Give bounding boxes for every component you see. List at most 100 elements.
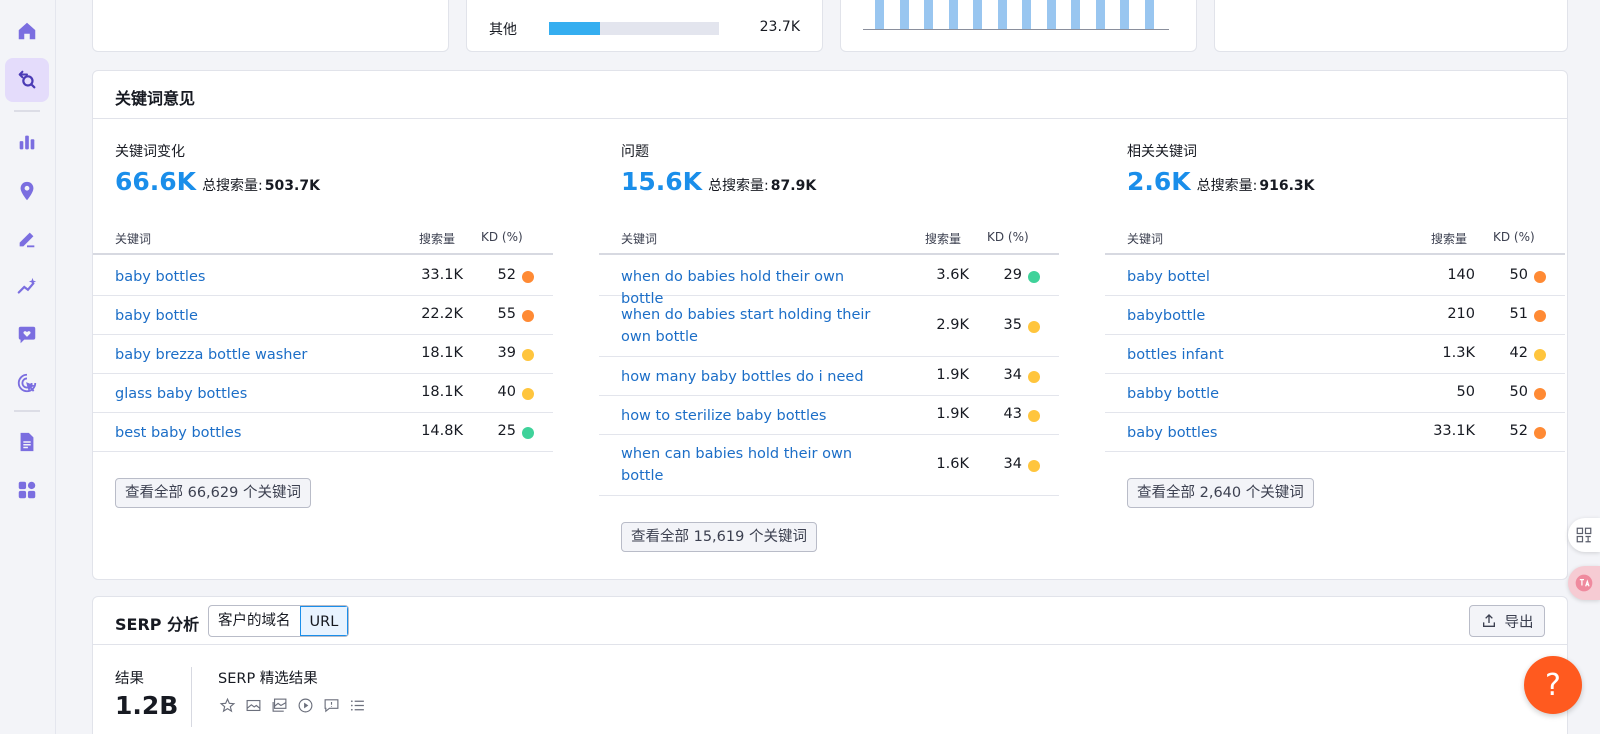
kd-value: 43 [1003,405,1022,422]
keyword-count[interactable]: 66.6K [115,167,196,196]
kd-dot-icon [1028,459,1040,472]
keyword-link[interactable]: best baby bottles [115,422,385,444]
mini-chart-bar [1144,0,1154,29]
total-volume-value: 503.7K [264,178,320,194]
kd-value: 52 [497,266,516,283]
top-card-3 [840,0,1197,52]
volume-value: 33.1K [1433,422,1475,439]
kd-value: 50 [1509,266,1528,283]
keyword-link[interactable]: bottles infant [1127,344,1397,366]
table-row: when do babies hold their own bottle 3.6K… [599,257,1059,307]
mini-chart-bar [1046,0,1056,29]
mini-chart-bar [875,0,884,29]
tab-url[interactable]: URL [299,606,349,636]
header-keyword: 关键词 [115,232,152,246]
video-icon[interactable] [297,697,314,714]
kd-value: 25 [497,422,516,439]
keyword-research-icon[interactable] [5,58,49,102]
content-edit-icon[interactable] [5,217,49,261]
cursor-target-icon[interactable] [5,361,49,405]
keyword-link[interactable]: glass baby bottles [115,383,385,405]
table-row: glass baby bottles 18.1K 40 [93,374,553,413]
mini-chart-bar [1120,0,1129,29]
home-icon[interactable] [5,9,49,53]
table-header: 关键词 搜索量 KD (%) [93,227,553,255]
table-row: bottles infant 1.3K 42 [1105,335,1565,374]
view-all-keywords-button[interactable]: 查看全部 15,619 个关键词 [621,522,817,552]
keyword-link[interactable]: baby bottles [1127,422,1397,444]
image-pack-icon[interactable] [271,697,288,714]
view-all-keywords-button[interactable]: 查看全部 2,640 个关键词 [1127,478,1314,508]
keyword-count[interactable]: 15.6K [621,167,702,196]
kd-dot-icon [1534,270,1546,283]
volume-value: 18.1K [421,383,463,400]
table-row: babby bottle 50 50 [1105,374,1565,413]
table-row: baby bottle 22.2K 55 [93,296,553,335]
keyword-ideas-panel: 关键词意见 关键词变化 66.6K 总搜索量: 503.7K 关键词 搜索量 KD (%) b… [92,70,1568,580]
location-pin-icon[interactable] [5,169,49,213]
volume-value: 1.9K [936,366,969,383]
header-volume[interactable]: 搜索量 [419,230,455,247]
keyword-link[interactable]: babybottle [1127,305,1397,327]
column-label: 关键词变化 [115,144,185,160]
mini-chart-bar [973,0,982,29]
keyword-link[interactable]: baby bottle [115,305,385,327]
volume-value: 140 [1447,266,1475,283]
other-bar [549,22,719,35]
view-all-keywords-button[interactable]: 查看全部 66,629 个关键词 [115,478,311,508]
volume-value: 1.9K [936,405,969,422]
document-icon[interactable] [5,420,49,464]
kd-dot-icon [1028,320,1040,333]
header-volume[interactable]: 搜索量 [1431,230,1467,247]
kd-dot-icon [1534,309,1546,322]
export-button[interactable]: 导出 [1469,605,1545,637]
header-kd[interactable]: KD (%) [1493,230,1535,244]
keyword-link[interactable]: baby bottles [115,266,385,288]
star-icon[interactable] [219,697,236,714]
kd-dot-icon [522,309,534,322]
export-label: 导出 [1504,614,1534,631]
qr-code-button[interactable] [1568,518,1600,552]
serp-tab-group: 客户的域名 URL [208,605,350,637]
chat-heart-icon[interactable] [5,313,49,357]
keyword-link[interactable]: when can babies hold their own bottle [621,443,891,487]
keyword-link[interactable]: baby bottel [1127,266,1397,288]
keyword-link[interactable]: baby brezza bottle washer [115,344,385,366]
kd-value: 35 [1003,316,1022,333]
table-row: how to sterilize baby bottles 1.9K 43 [599,396,1059,435]
kd-value: 50 [1509,383,1528,400]
keyword-link[interactable]: babby bottle [1127,383,1397,405]
kd-value: 29 [1003,266,1022,283]
divider [191,667,192,727]
volume-value: 210 [1447,305,1475,322]
sidebar-divider [14,110,40,112]
other-value: 23.7K [759,19,800,35]
column-summary: 66.6K 总搜索量: 503.7K [115,167,320,196]
results-value: 1.2B [115,691,179,720]
keyword-count[interactable]: 2.6K [1127,167,1191,196]
image-icon[interactable] [245,697,262,714]
table-row: baby brezza bottle washer 18.1K 39 [93,335,553,374]
kd-value: 42 [1509,344,1528,361]
column-label: 相关关键词 [1127,144,1197,160]
header-volume[interactable]: 搜索量 [925,230,961,247]
keyword-link[interactable]: when do babies start holding their own b… [621,304,891,348]
header-kd[interactable]: KD (%) [481,230,523,244]
kd-value: 39 [497,344,516,361]
help-button[interactable]: ? [1524,656,1582,714]
kd-dot-icon [1534,348,1546,361]
bar-chart-icon[interactable] [5,120,49,164]
kd-dot-icon [1028,370,1040,383]
review-icon[interactable] [323,697,340,714]
list-icon[interactable] [349,697,366,714]
keyword-link[interactable]: how to sterilize baby bottles [621,405,891,427]
translate-button[interactable] [1568,566,1600,600]
tab-client-domain[interactable]: 客户的域名 [209,606,299,636]
keyword-link[interactable]: how many baby bottles do i need [621,366,891,388]
table-header: 关键词 搜索量 KD (%) [599,227,1059,255]
volume-value: 1.6K [936,455,969,472]
header-kd[interactable]: KD (%) [987,230,1029,244]
kd-value: 55 [497,305,516,322]
ai-sparkle-icon[interactable] [5,265,49,309]
apps-grid-icon[interactable] [5,468,49,512]
